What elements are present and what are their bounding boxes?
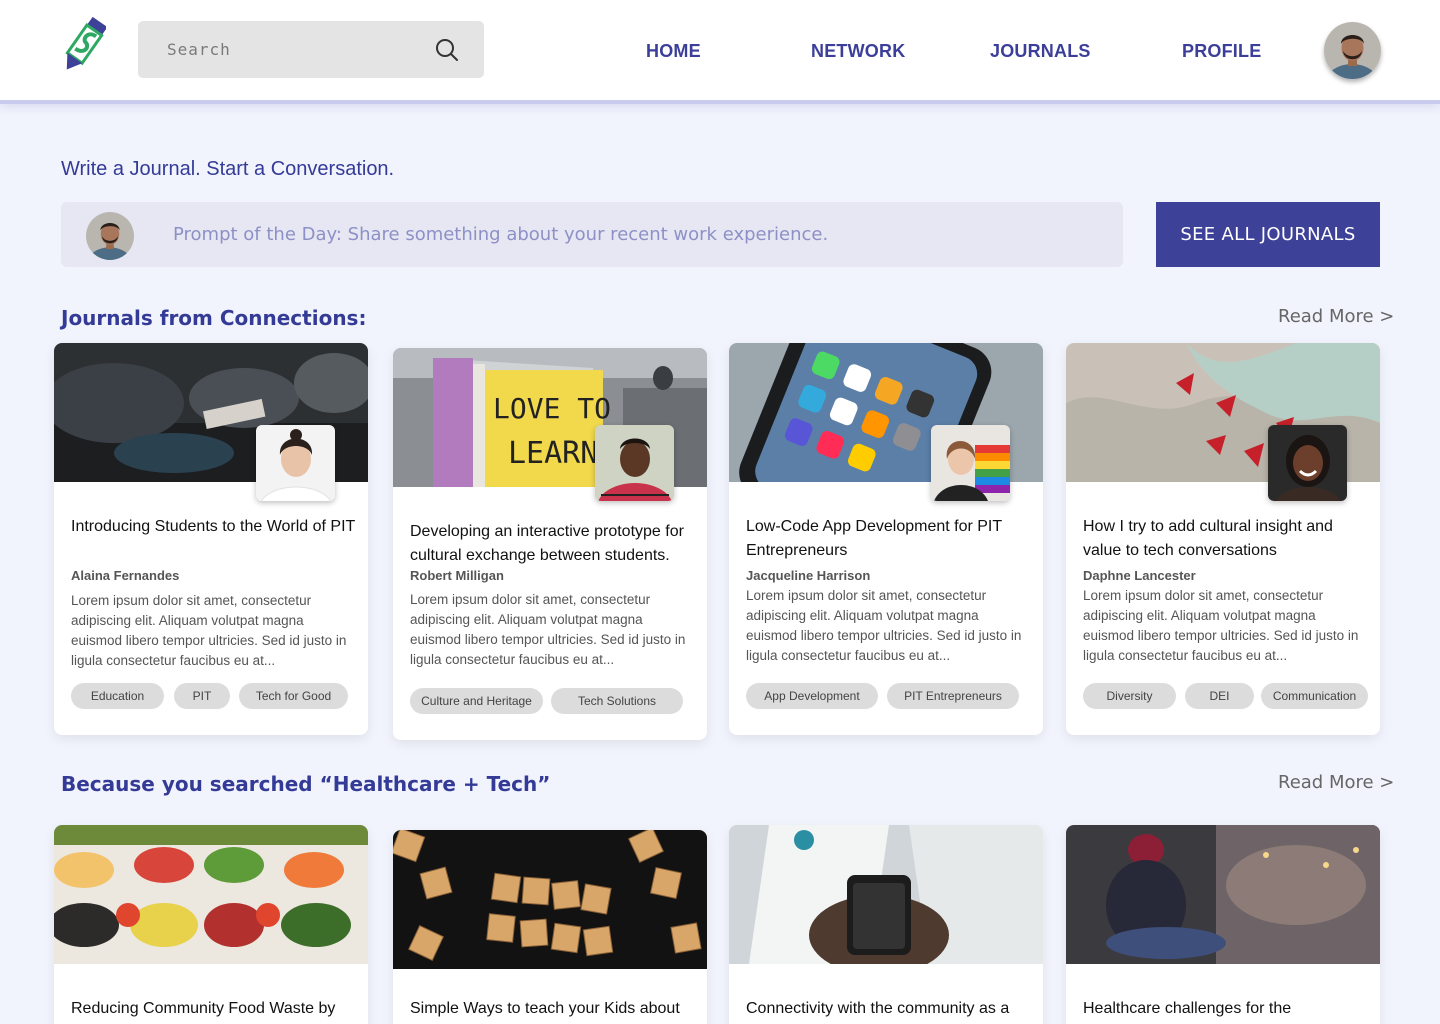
logo-pencil-icon[interactable]	[58, 14, 108, 78]
tag[interactable]: DEI	[1185, 683, 1254, 709]
card-author: Robert Milligan	[410, 568, 504, 583]
journal-card[interactable]: Reducing Community Food Waste by	[54, 825, 368, 1024]
card-image	[54, 825, 368, 964]
card-title[interactable]: Connectivity with the community as a	[746, 997, 1031, 1021]
journal-prompt-input[interactable]: Prompt of the Day: Share something about…	[61, 202, 1123, 267]
svg-text:LOVE TO: LOVE TO	[493, 392, 611, 425]
tag[interactable]: Tech for Good	[239, 683, 348, 709]
card-title[interactable]: Introducing Students to the World of PIT	[71, 515, 356, 539]
journal-card[interactable]: LOVE TO LEARN Developing an interactive …	[393, 348, 707, 740]
card-title[interactable]: Simple Ways to teach your Kids about	[410, 997, 695, 1021]
author-photo	[931, 425, 1010, 501]
searched-section-title: Because you searched “Healthcare + Tech”	[61, 772, 551, 796]
search-icon[interactable]	[434, 37, 460, 63]
card-author: Daphne Lancester	[1083, 568, 1196, 583]
see-all-journals-button[interactable]: SEE ALL JOURNALS	[1156, 202, 1380, 267]
journal-card[interactable]: How I try to add cultural insight and va…	[1066, 343, 1380, 735]
nav-home[interactable]: HOME	[646, 41, 701, 62]
intro-heading: Write a Journal. Start a Conversation.	[61, 158, 395, 180]
author-photo	[595, 425, 674, 501]
nav-profile[interactable]: PROFILE	[1182, 41, 1261, 62]
tag[interactable]: Culture and Heritage	[410, 688, 543, 714]
top-nav-bar: HOME NETWORK JOURNALS PROFILE	[0, 0, 1440, 100]
author-photo	[256, 425, 335, 501]
journal-card[interactable]: Connectivity with the community as a	[729, 825, 1043, 1024]
card-title[interactable]: Reducing Community Food Waste by	[71, 997, 356, 1021]
card-title[interactable]: Developing an interactive prototype for …	[410, 520, 695, 568]
user-avatar	[86, 212, 134, 260]
nav-journals[interactable]: JOURNALS	[990, 41, 1091, 62]
card-author: Jacqueline Harrison	[746, 568, 871, 583]
tag[interactable]: Diversity	[1083, 683, 1176, 709]
card-excerpt: Lorem ipsum dolor sit amet, consectetur …	[746, 588, 1022, 663]
journal-card[interactable]: Simple Ways to teach your Kids about	[393, 830, 707, 1024]
tag[interactable]: App Development	[746, 683, 878, 709]
tag[interactable]: Education	[71, 683, 164, 709]
journal-card[interactable]: Low-Code App Development for PIT Entrepr…	[729, 343, 1043, 735]
card-title[interactable]: How I try to add cultural insight and va…	[1083, 515, 1368, 563]
search-bar[interactable]	[138, 21, 484, 78]
tag[interactable]: Communication	[1261, 683, 1368, 709]
card-image	[1066, 825, 1380, 964]
author-photo	[1268, 425, 1347, 501]
card-excerpt: Lorem ipsum dolor sit amet, consectetur …	[71, 593, 347, 668]
prompt-of-the-day: Prompt of the Day: Share something about…	[173, 224, 829, 245]
connections-section-title: Journals from Connections:	[61, 306, 367, 330]
card-image	[729, 825, 1043, 964]
search-input[interactable]	[138, 21, 484, 78]
tag[interactable]: PIT Entrepreneurs	[887, 683, 1019, 709]
user-avatar[interactable]	[1324, 22, 1381, 79]
svg-text:LEARN: LEARN	[508, 436, 598, 471]
card-excerpt: Lorem ipsum dolor sit amet, consectetur …	[1083, 588, 1359, 663]
journal-card[interactable]: Healthcare challenges for the	[1066, 825, 1380, 1024]
tag[interactable]: PIT	[174, 683, 230, 709]
tag[interactable]: Tech Solutions	[551, 688, 683, 714]
searched-read-more-link[interactable]: Read More >	[1278, 772, 1394, 793]
journal-card[interactable]: Introducing Students to the World of PIT…	[54, 343, 368, 735]
nav-network[interactable]: NETWORK	[811, 41, 905, 62]
card-image	[393, 830, 707, 969]
card-title[interactable]: Low-Code App Development for PIT Entrepr…	[746, 515, 1031, 563]
connections-read-more-link[interactable]: Read More >	[1278, 306, 1394, 327]
card-title[interactable]: Healthcare challenges for the	[1083, 997, 1368, 1021]
card-excerpt: Lorem ipsum dolor sit amet, consectetur …	[410, 592, 686, 667]
card-author: Alaina Fernandes	[71, 568, 180, 583]
